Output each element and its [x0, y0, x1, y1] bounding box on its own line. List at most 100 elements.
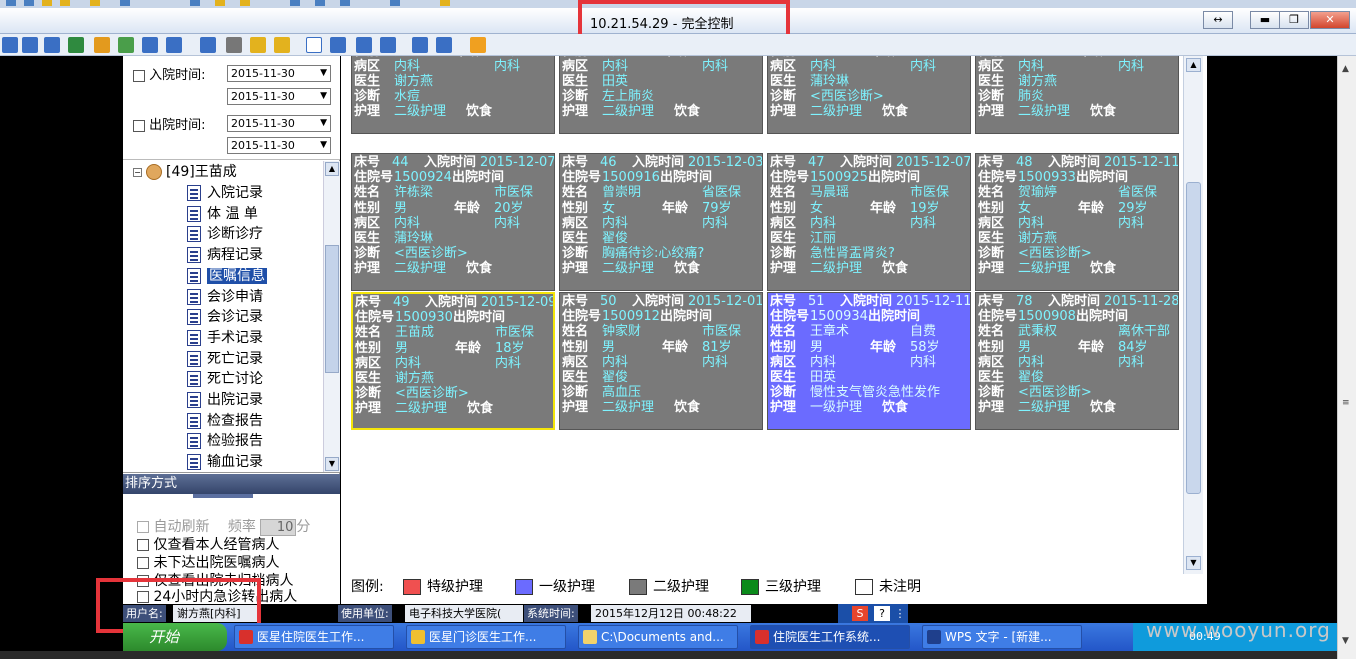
task-explorer[interactable]: C:\Documents and...	[578, 625, 738, 649]
scroll-down-icon[interactable]: ▼	[1186, 556, 1201, 570]
toolbar-button[interactable]	[2, 37, 18, 53]
toolbar-icon[interactable]	[90, 0, 100, 6]
tree-item[interactable]: 检查报告	[187, 411, 263, 431]
tree-item[interactable]: 会诊记录	[187, 307, 263, 327]
scroll-up-icon[interactable]: ▲	[1342, 64, 1349, 74]
freq-input[interactable]: 10	[260, 518, 297, 536]
tree-scrollbar[interactable]: ▲ ▼	[323, 161, 340, 472]
toolbar-button[interactable]	[200, 37, 216, 53]
toolbar-button[interactable]	[250, 37, 266, 53]
toolbar-button[interactable]	[226, 37, 242, 53]
start-button[interactable]: 开始	[123, 623, 227, 651]
tree-patient-node[interactable]: − [49]王苗成	[133, 162, 237, 182]
toolbar-button[interactable]	[44, 37, 60, 53]
admit-from-select[interactable]: 2015-11-30 ▼	[227, 65, 331, 82]
discharge-date-checkbox[interactable]	[133, 119, 145, 132]
auto-refresh-option[interactable]: 自动刷新 频率 10 分	[137, 516, 310, 536]
tree-item[interactable]: 死亡记录	[187, 349, 263, 369]
discharge-from-select[interactable]: 2015-11-30 ▼	[227, 115, 331, 132]
bed-card[interactable]: 床号 49 入院时间 2015-12-09 住院号 1500930 出院时间 姓名 王苗成 市医保…	[351, 292, 555, 430]
toolbar-button[interactable]	[118, 37, 134, 53]
tree-item[interactable]: 手术记录	[187, 328, 263, 348]
scroll-up-icon[interactable]: ▲	[1186, 58, 1201, 72]
toolbar-icon[interactable]	[290, 0, 300, 6]
bed-card[interactable]: 床号 51 入院时间 2015-12-11 住院号 1500934 出院时间 姓名 王章术 自费性…	[767, 292, 971, 430]
auto-refresh-checkbox[interactable]	[137, 521, 149, 533]
toolbar-button[interactable]	[436, 37, 452, 53]
admit-to-select[interactable]: 2015-11-30 ▼	[227, 88, 331, 105]
toolbar-button[interactable]	[22, 37, 38, 53]
toolbar-icon[interactable]	[24, 0, 34, 6]
toolbar-icon[interactable]	[240, 0, 250, 6]
toolbar-icon[interactable]	[390, 0, 400, 6]
toolbar-button[interactable]	[142, 37, 158, 53]
scroll-up-icon[interactable]: ▲	[325, 162, 339, 176]
ime-menu-icon[interactable]: ⋮	[892, 606, 908, 621]
bed-card[interactable]: 床号 78 入院时间 2015-11-28 住院号 1500908 出院时间 姓名 武秉权 离休干…	[975, 292, 1179, 430]
bed-card[interactable]: 床号 46 入院时间 2015-12-03 住院号 1500916 出院时间 姓名 曾崇明 省医保…	[559, 153, 763, 291]
toolbar-icon[interactable]	[42, 0, 52, 6]
task-wps[interactable]: WPS 文字 - [新建...	[922, 625, 1082, 649]
toolbar-icon[interactable]	[60, 0, 70, 6]
restore-button[interactable]: ❐	[1279, 11, 1309, 29]
tree-item[interactable]: 病程记录	[187, 245, 263, 265]
toolbar-icon[interactable]	[6, 0, 16, 6]
ime-s-icon[interactable]: S	[852, 606, 868, 621]
minimize-button[interactable]: ▬	[1250, 11, 1280, 29]
tree-item[interactable]: 死亡讨论	[187, 369, 263, 389]
scroll-down-icon[interactable]: ▼	[1342, 636, 1349, 646]
main-scroll-thumb[interactable]	[1186, 182, 1201, 494]
toolbar-icon[interactable]	[440, 0, 450, 6]
bed-card[interactable]: 床号 47 入院时间 2015-12-07 住院号 1500925 出院时间 姓名 马晨瑶 市医保…	[767, 153, 971, 291]
task-outpatient-doctor[interactable]: 医星门诊医生工作...	[406, 625, 566, 649]
admit-date-checkbox[interactable]	[133, 69, 145, 82]
toolbar-icon[interactable]	[340, 0, 350, 6]
collapse-icon[interactable]: −	[133, 167, 142, 177]
task-inpatient-system[interactable]: 住院医生工作系统...	[750, 625, 910, 649]
main-scrollbar[interactable]: ▲ ▼	[1183, 56, 1203, 574]
only-mine-option[interactable]: 仅查看本人经管病人	[137, 534, 279, 554]
task-inpatient-doctor[interactable]: 医星住院医生工作...	[234, 625, 394, 649]
no-discharge-option[interactable]: 未下达出院医嘱病人	[137, 552, 279, 572]
only-mine-checkbox[interactable]	[137, 539, 149, 551]
tree-item[interactable]: 检验报告	[187, 431, 263, 451]
scroll-down-icon[interactable]: ▼	[325, 457, 339, 471]
bed-card[interactable]: 床号 44 入院时间 2015-12-07 住院号 1500924 出院时间 姓名 许栋梁 市医保…	[351, 153, 555, 291]
discharge-to-select[interactable]: 2015-11-30 ▼	[227, 137, 331, 154]
toolbar-button[interactable]	[380, 37, 396, 53]
toolbar-button[interactable]	[470, 37, 486, 53]
tree-item[interactable]: 出院记录	[187, 390, 263, 410]
bed-card[interactable]: 性别女年龄18岁病区内科内科医生田英诊断左上肺炎护理二级护理饮食	[559, 56, 763, 134]
fullscreen-toggle-icon[interactable]: ↔	[1203, 11, 1233, 29]
bed-card[interactable]: 床号 48 入院时间 2015-12-11 住院号 1500933 出院时间 姓名 贺瑜婷 省医保…	[975, 153, 1179, 291]
tree-item[interactable]: 诊断诊疗	[187, 224, 263, 244]
bed-card[interactable]: 性别男年龄22岁病区内科内科医生谢方燕诊断水痘护理二级护理饮食	[351, 56, 555, 134]
sort-header[interactable]: 排序方式	[123, 474, 340, 494]
tree-scroll-thumb[interactable]	[325, 245, 339, 373]
toolbar-icon[interactable]	[315, 0, 325, 6]
tree-item[interactable]: 入院记录	[187, 183, 263, 203]
close-button[interactable]: ✕	[1310, 11, 1350, 29]
tree-item[interactable]: 体 温 单	[187, 204, 258, 224]
toolbar-icon[interactable]	[190, 0, 200, 6]
help-icon[interactable]: ?	[874, 606, 890, 621]
toolbar-button[interactable]	[274, 37, 290, 53]
toolbar-button[interactable]	[94, 37, 110, 53]
bed-card[interactable]: 性别男年龄25岁病区内科内科医生谢方燕诊断肺炎护理二级护理饮食	[975, 56, 1179, 134]
bed-card[interactable]: 性别男年龄24岁病区内科内科医生蒲玲琳诊断<西医诊断>护理二级护理饮食	[767, 56, 971, 134]
toolbar-icon[interactable]	[120, 0, 130, 6]
toolbar-button[interactable]	[356, 37, 372, 53]
toolbar-button[interactable]	[68, 37, 84, 53]
bed-card[interactable]: 床号 50 入院时间 2015-12-01 住院号 1500912 出院时间 姓名 钟家财 市医保…	[559, 292, 763, 430]
sort-handle[interactable]	[193, 494, 253, 498]
toolbar-button[interactable]	[166, 37, 182, 53]
tree-item[interactable]: 输血记录	[187, 452, 263, 472]
tree-item[interactable]: 会诊申请	[187, 287, 263, 307]
toolbar-button[interactable]	[330, 37, 346, 53]
toolbar-icon[interactable]	[215, 0, 225, 6]
document-icon	[187, 350, 201, 367]
toolbar-button[interactable]	[412, 37, 428, 53]
no-discharge-checkbox[interactable]	[137, 557, 149, 569]
tree-item[interactable]: 医嘱信息	[187, 266, 267, 286]
toolbar-button[interactable]	[306, 37, 322, 53]
